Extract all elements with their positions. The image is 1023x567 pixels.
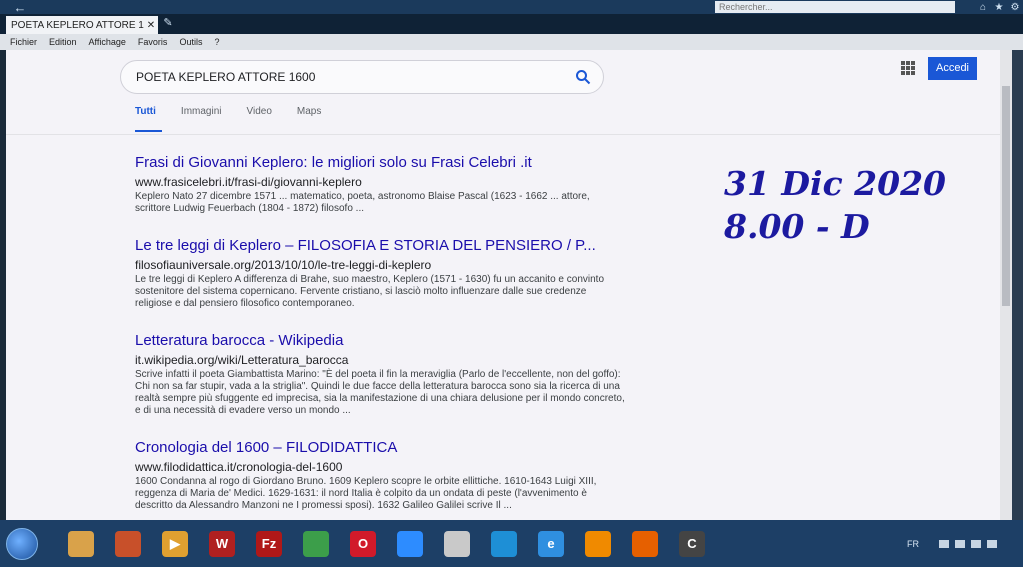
zoom-app-icon[interactable]	[397, 530, 423, 557]
media-player-app-icon[interactable]: ▶	[162, 530, 188, 557]
window-edge	[1012, 50, 1023, 520]
tab-video[interactable]: Video	[247, 98, 272, 132]
browser-tab[interactable]: POETA KEPLERO ATTORE 1... ✕	[6, 16, 158, 34]
edge-app-icon[interactable]	[491, 530, 517, 557]
menu-file[interactable]: Fichier	[10, 37, 37, 47]
menu-tools[interactable]: Outils	[179, 37, 202, 47]
menu-favorites[interactable]: Favoris	[138, 37, 168, 47]
result-title-link[interactable]: Cronologia del 1600 – FILODIDATTICA	[135, 439, 625, 457]
result-snippet: Keplero Nato 27 dicembre 1571 ... matema…	[135, 191, 590, 214]
menu-edit[interactable]: Edition	[49, 37, 77, 47]
result-title-link[interactable]: Le tre leggi di Keplero – FILOSOFIA E ST…	[135, 237, 625, 255]
menu-help[interactable]: ?	[214, 37, 219, 47]
annotation-date: 31 Dic 2020	[724, 164, 946, 203]
divider	[6, 134, 1000, 135]
taskbar: ▶ W Fz Oe C FR	[0, 520, 1023, 567]
folder-app-icon[interactable]	[68, 530, 94, 557]
search-tabs: Tutti Immagini Video Maps	[120, 98, 346, 132]
result-url[interactable]: www.frasicelebri.it/frasi-di/giovanni-ke…	[135, 175, 625, 189]
wikipedia-app-icon[interactable]: W	[209, 530, 235, 557]
tab-maps[interactable]: Maps	[297, 98, 321, 132]
scrollbar-thumb[interactable]	[1002, 86, 1010, 306]
language-indicator[interactable]: FR	[907, 539, 919, 549]
result-title-link[interactable]: Frasi di Giovanni Keplero: le migliori s…	[135, 154, 625, 172]
results-list: Frasi di Giovanni Keplero: le migliori s…	[135, 154, 625, 520]
sign-in-button[interactable]: Accedi	[928, 57, 977, 80]
chrome-app-icon[interactable]	[303, 530, 329, 557]
volume-icon[interactable]	[971, 539, 981, 548]
result-item: Cronologia del 1600 – FILODIDATTICA www.…	[135, 439, 625, 512]
search-input[interactable]: POETA KEPLERO ATTORE 1600	[120, 60, 604, 94]
tab-all[interactable]: Tutti	[120, 98, 162, 132]
tab-title: POETA KEPLERO ATTORE 1...	[11, 19, 144, 31]
result-url[interactable]: it.wikipedia.org/wiki/Letteratura_barocc…	[135, 353, 625, 367]
result-snippet: Le tre leggi di Keplero A differenza di …	[135, 274, 604, 309]
ccleaner-app-icon[interactable]: C	[679, 530, 705, 557]
result-url[interactable]: filosofiauniversale.org/2013/10/10/le-tr…	[135, 258, 625, 272]
result-snippet: 1600 Condanna al rogo di Giordano Bruno.…	[135, 476, 597, 511]
search-icon[interactable]	[563, 69, 603, 85]
menu-bar: Fichier Edition Affichage Favoris Outils…	[0, 34, 1023, 50]
system-tray: FR	[907, 539, 1023, 549]
page-scrollbar[interactable]	[1000, 50, 1012, 520]
search-query: POETA KEPLERO ATTORE 1600	[136, 70, 316, 84]
close-tab-icon[interactable]: ✕	[144, 20, 158, 31]
result-url[interactable]: www.filodidattica.it/cronologia-del-1600	[135, 460, 625, 474]
tab-images[interactable]: Immagini	[181, 98, 222, 132]
address-bar: ← Rechercher... ⌂ ★ ⚙	[0, 0, 1023, 15]
browser-search-field[interactable]: Rechercher...	[715, 1, 955, 13]
opera-app-icon[interactable]: O	[350, 530, 376, 557]
network-icon[interactable]	[955, 539, 965, 548]
home-icon[interactable]: ⌂	[975, 2, 991, 13]
result-title-link[interactable]: Letteratura barocca - Wikipedia	[135, 332, 625, 350]
result-snippet: Scrive infatti il poeta Giambattista Mar…	[135, 369, 625, 416]
firefox-app-icon[interactable]	[632, 530, 658, 557]
result-item: Frasi di Giovanni Keplero: le migliori s…	[135, 154, 625, 215]
files-app-icon[interactable]	[444, 530, 470, 557]
search-results-page: POETA KEPLERO ATTORE 1600 Accedi Tutti I…	[6, 50, 1000, 520]
annotation-time: 8.00 - D	[724, 207, 870, 246]
settings-gear-icon[interactable]: ⚙	[1007, 2, 1023, 13]
favorites-star-icon[interactable]: ★	[991, 2, 1007, 13]
tray-arrow-icon[interactable]	[939, 539, 949, 548]
result-item: Le tre leggi di Keplero – FILOSOFIA E ST…	[135, 237, 625, 310]
internet-explorer-app-icon[interactable]: e	[538, 530, 564, 557]
taskbar-apps: ▶ W Fz Oe C	[68, 530, 726, 557]
tab-bar: POETA KEPLERO ATTORE 1... ✕ ✎	[0, 14, 1023, 34]
result-item: Letteratura barocca - Wikipedia it.wikip…	[135, 332, 625, 417]
new-tab-icon[interactable]: ✎	[158, 16, 178, 34]
filezilla-app-icon[interactable]: Fz	[256, 530, 282, 557]
apps-grid-icon[interactable]	[901, 61, 915, 75]
date-annotation: 31 Dic 2020 8.00 - D	[724, 162, 994, 248]
menu-view[interactable]: Affichage	[89, 37, 126, 47]
back-arrow-icon[interactable]: ←	[0, 0, 40, 15]
flag-icon[interactable]	[987, 539, 997, 548]
vlc-app-icon[interactable]	[585, 530, 611, 557]
office-app-icon[interactable]	[115, 530, 141, 557]
start-button[interactable]	[6, 527, 38, 560]
